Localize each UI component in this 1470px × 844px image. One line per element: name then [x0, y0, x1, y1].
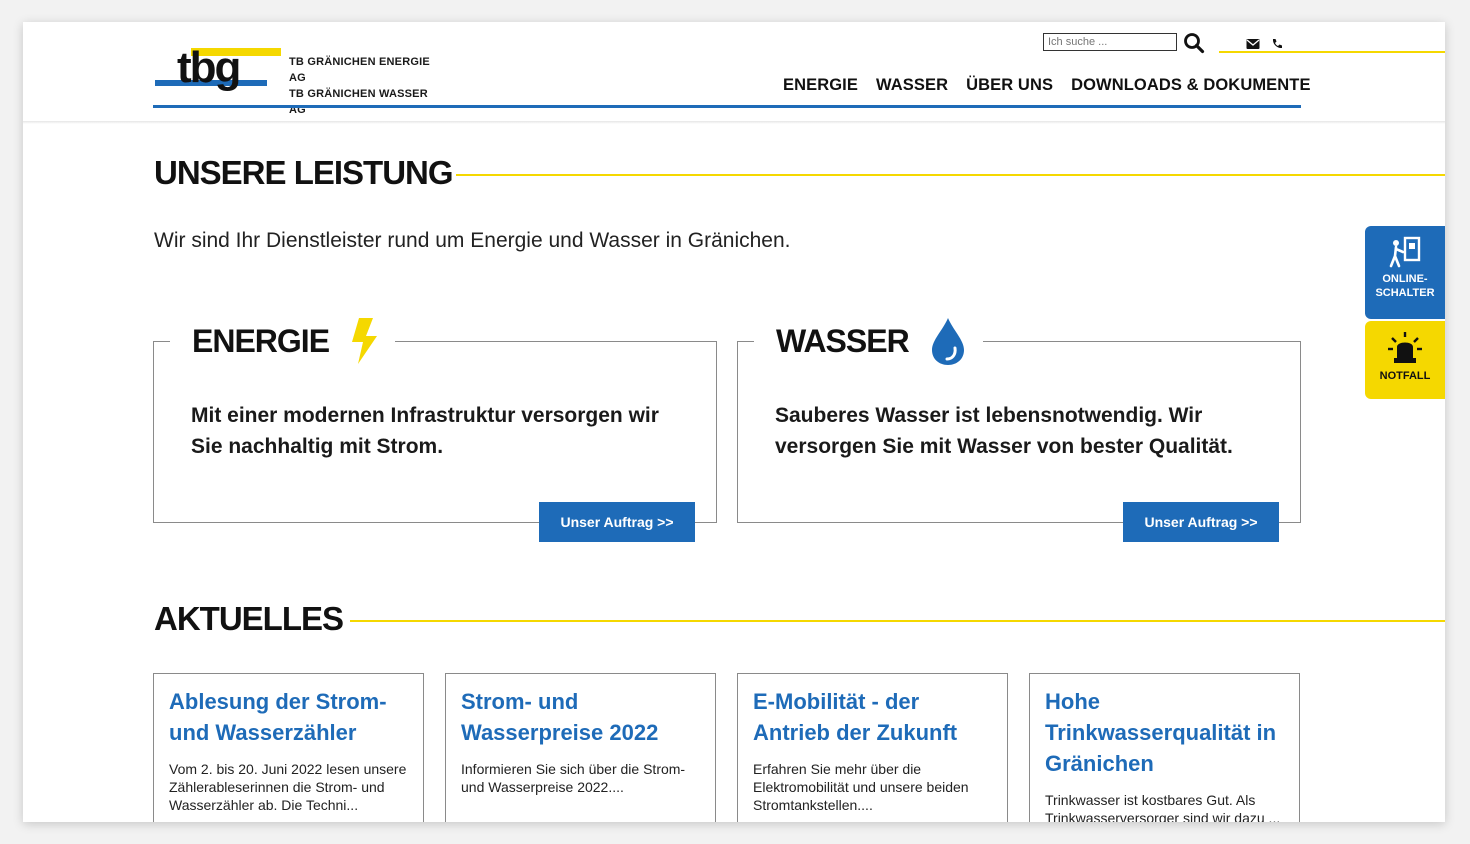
tbg-logo-icon: tbg: [155, 43, 281, 92]
nav-item-energie[interactable]: ENERGIE: [783, 76, 858, 95]
section-title-aktuelles: AKTUELLES: [154, 600, 344, 637]
nav-item-wasser[interactable]: WASSER: [876, 76, 948, 95]
company-line-energie: TB GRÄNICHEN ENERGIE AG: [289, 56, 430, 84]
main-nav: ENERGIE WASSER ÜBER UNS DOWNLOADS & DOKU…: [783, 76, 1311, 95]
online-schalter-label-2: SCHALTER: [1375, 287, 1435, 299]
header-blue-rule: [153, 105, 1301, 108]
header-yellow-rule: [1219, 51, 1445, 53]
service-header-wasser: WASSER: [754, 315, 983, 367]
service-title-energie: ENERGIE: [192, 322, 330, 359]
search-button[interactable]: [1183, 32, 1205, 54]
company-names: TB GRÄNICHEN ENERGIE AG TB GRÄNICHEN WAS…: [289, 54, 443, 118]
news-title[interactable]: Hohe Trinkwasserqualität in Gränichen: [1045, 686, 1290, 779]
news-card[interactable]: E-Mobilität - der Antrieb der Zukunft Er…: [737, 673, 1008, 822]
news-title[interactable]: Strom- und Wasserpreise 2022: [461, 686, 706, 748]
site-header: tbg TB GRÄNICHEN ENERGIE AG TB GRÄNICHEN…: [23, 22, 1445, 122]
news-text: Informieren Sie sich über die Strom- und…: [461, 761, 686, 795]
header-shadow: [23, 121, 1445, 124]
nav-item-ueber-uns[interactable]: ÜBER UNS: [966, 76, 1053, 95]
news-card[interactable]: Strom- und Wasserpreise 2022 Informieren…: [445, 673, 716, 822]
news-title[interactable]: E-Mobilität - der Antrieb der Zukunft: [753, 686, 998, 748]
leistung-lead-text: Wir sind Ihr Dienstleister rund um Energ…: [154, 229, 791, 252]
company-line-wasser: TB GRÄNICHEN WASSER AG: [289, 88, 428, 116]
lightning-icon: [352, 318, 378, 364]
phone-icon[interactable]: [1271, 38, 1283, 50]
news-text: Vom 2. bis 20. Juni 2022 lesen unsere Zä…: [169, 761, 407, 813]
service-card-energie: Mit einer modernen Infrastruktur versorg…: [153, 341, 717, 523]
nav-item-downloads[interactable]: DOWNLOADS & DOKUMENTE: [1071, 76, 1311, 95]
wasser-auftrag-button[interactable]: Unser Auftrag >>: [1123, 502, 1279, 542]
energie-auftrag-button[interactable]: Unser Auftrag >>: [539, 502, 695, 542]
service-title-wasser: WASSER: [776, 322, 910, 359]
notfall-label: NOTFALL: [1379, 370, 1431, 382]
online-schalter-label-1: ONLINE-: [1382, 273, 1428, 285]
page-frame: tbg TB GRÄNICHEN ENERGIE AG TB GRÄNICHEN…: [23, 22, 1445, 822]
mail-icon[interactable]: [1246, 38, 1260, 50]
news-text: Erfahren Sie mehr über die Elektromobili…: [753, 761, 969, 813]
news-title[interactable]: Ablesung der Strom- und Wasserzähler: [169, 686, 414, 748]
leistung-yellow-rule: [456, 174, 1445, 176]
news-card[interactable]: Hohe Trinkwasserqualität in Gränichen Tr…: [1029, 673, 1300, 822]
svg-text:tbg: tbg: [177, 44, 239, 92]
service-text-energie: Mit einer modernen Infrastruktur versorg…: [191, 404, 659, 458]
search-input[interactable]: [1043, 33, 1177, 51]
service-text-wasser: Sauberes Wasser ist lebensnotwendig. Wir…: [775, 404, 1233, 458]
water-drop-icon: [931, 318, 964, 365]
notfall-tab[interactable]: NOTFALL: [1365, 321, 1445, 399]
section-title-leistung: UNSERE LEISTUNG: [154, 154, 454, 191]
aktuelles-yellow-rule: [350, 620, 1445, 622]
service-header-energie: ENERGIE: [170, 315, 396, 367]
search-icon: [1184, 33, 1205, 54]
alarm-light-icon: [1388, 332, 1422, 363]
online-schalter-icon: [1389, 236, 1421, 268]
news-card[interactable]: Ablesung der Strom- und Wasserzähler Vom…: [153, 673, 424, 822]
logo[interactable]: tbg TB GRÄNICHEN ENERGIE AG TB GRÄNICHEN…: [153, 43, 443, 116]
online-schalter-tab[interactable]: ONLINE- SCHALTER: [1365, 226, 1445, 319]
news-text: Trinkwasser ist kostbares Gut. Als Trink…: [1045, 792, 1281, 822]
service-card-wasser: Sauberes Wasser ist lebensnotwendig. Wir…: [737, 341, 1301, 523]
contact-icons: [1243, 36, 1293, 52]
